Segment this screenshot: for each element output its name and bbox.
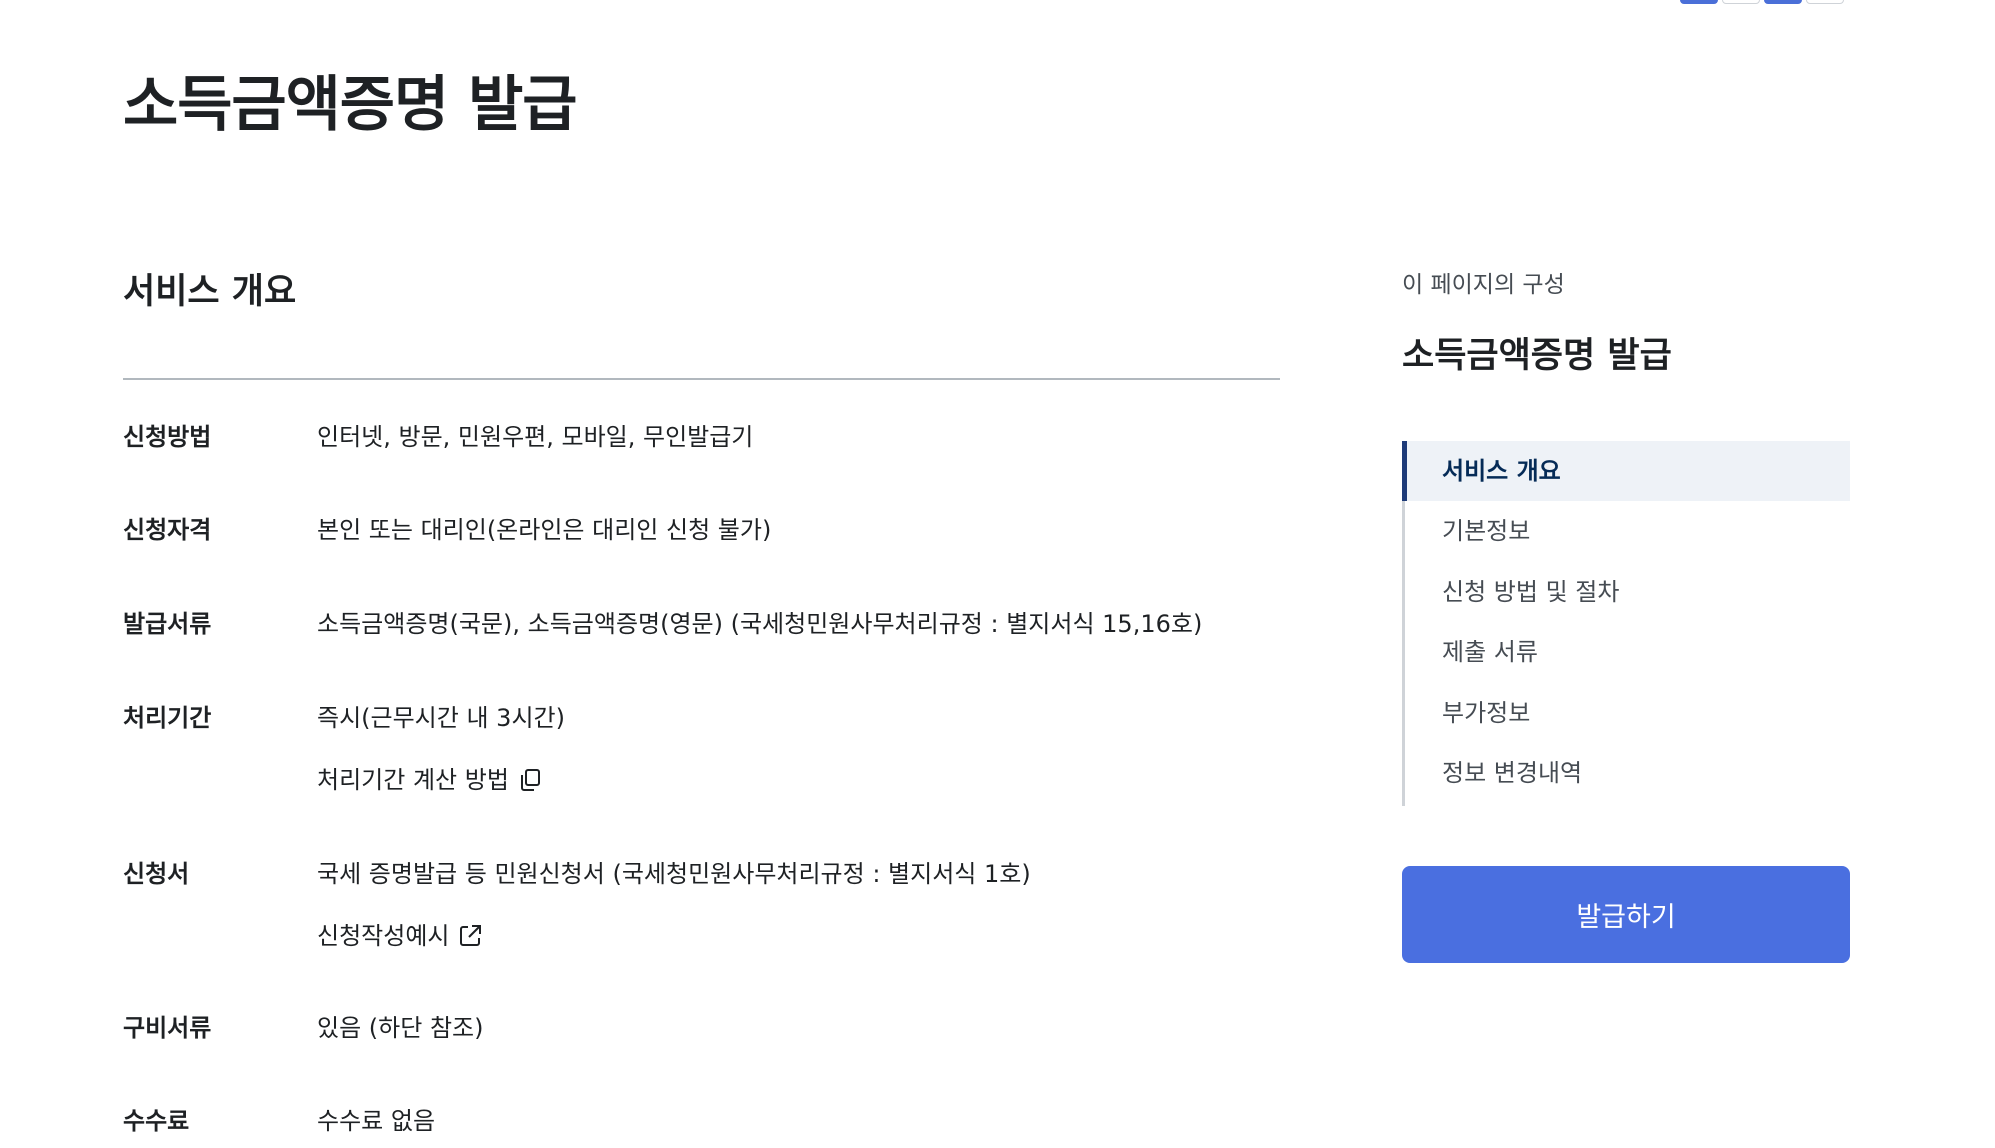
toc-item-additional-info[interactable]: 부가정보 bbox=[1405, 683, 1850, 743]
info-label: 신청방법 bbox=[123, 423, 212, 451]
share-button-2[interactable] bbox=[1722, 0, 1760, 4]
section-title-overview: 서비스 개요 bbox=[123, 272, 297, 312]
info-value: 있음 (하단 참조) bbox=[317, 1014, 484, 1042]
toc-nav: 서비스 개요 기본정보 신청 방법 및 절차 제출 서류 부가정보 정보 변경내… bbox=[1402, 441, 1850, 806]
info-value: 소득금액증명(국문), 소득금액증명(영문) (국세청민원사무처리규정 : 별지… bbox=[317, 610, 1203, 638]
issue-button[interactable]: 발급하기 bbox=[1402, 866, 1850, 963]
link-label: 처리기간 계산 방법 bbox=[317, 766, 509, 794]
info-label: 신청자격 bbox=[123, 516, 212, 544]
info-value: 수수료 없음 bbox=[317, 1107, 436, 1135]
link-label: 신청작성예시 bbox=[317, 922, 450, 950]
toc-item-basic-info[interactable]: 기본정보 bbox=[1405, 501, 1850, 561]
info-label: 수수료 bbox=[123, 1107, 190, 1135]
copy-icon bbox=[520, 769, 540, 791]
page-title: 소득금액증명 발급 bbox=[123, 70, 577, 140]
info-label: 구비서류 bbox=[123, 1014, 212, 1042]
info-value: 본인 또는 대리인(온라인은 대리인 신청 불가) bbox=[317, 516, 772, 544]
section-divider bbox=[123, 378, 1280, 380]
info-value: 즉시(근무시간 내 3시간) bbox=[317, 704, 565, 732]
share-button-4[interactable] bbox=[1806, 0, 1844, 4]
toc-title: 소득금액증명 발급 bbox=[1402, 336, 1672, 376]
share-button-1[interactable] bbox=[1680, 0, 1718, 4]
info-value: 국세 증명발급 등 민원신청서 (국세청민원사무처리규정 : 별지서식 1호) bbox=[317, 860, 1031, 888]
info-label: 신청서 bbox=[123, 860, 190, 888]
toc-item-submission-docs[interactable]: 제출 서류 bbox=[1405, 622, 1850, 682]
application-example-link[interactable]: 신청작성예시 bbox=[317, 920, 483, 952]
info-label: 발급서류 bbox=[123, 610, 212, 638]
processing-period-calc-link[interactable]: 처리기간 계산 방법 bbox=[317, 764, 543, 796]
info-value: 인터넷, 방문, 민원우편, 모바일, 무인발급기 bbox=[317, 423, 754, 451]
info-label: 처리기간 bbox=[123, 704, 212, 732]
toc-caption: 이 페이지의 구성 bbox=[1402, 272, 1565, 298]
toc-item-service-overview[interactable]: 서비스 개요 bbox=[1402, 441, 1850, 501]
external-link-icon bbox=[460, 925, 482, 946]
top-share-buttons bbox=[1680, 0, 1844, 4]
toc-item-change-history[interactable]: 정보 변경내역 bbox=[1405, 743, 1850, 803]
share-button-3[interactable] bbox=[1764, 0, 1802, 4]
toc-item-application-procedure[interactable]: 신청 방법 및 절차 bbox=[1405, 562, 1850, 622]
